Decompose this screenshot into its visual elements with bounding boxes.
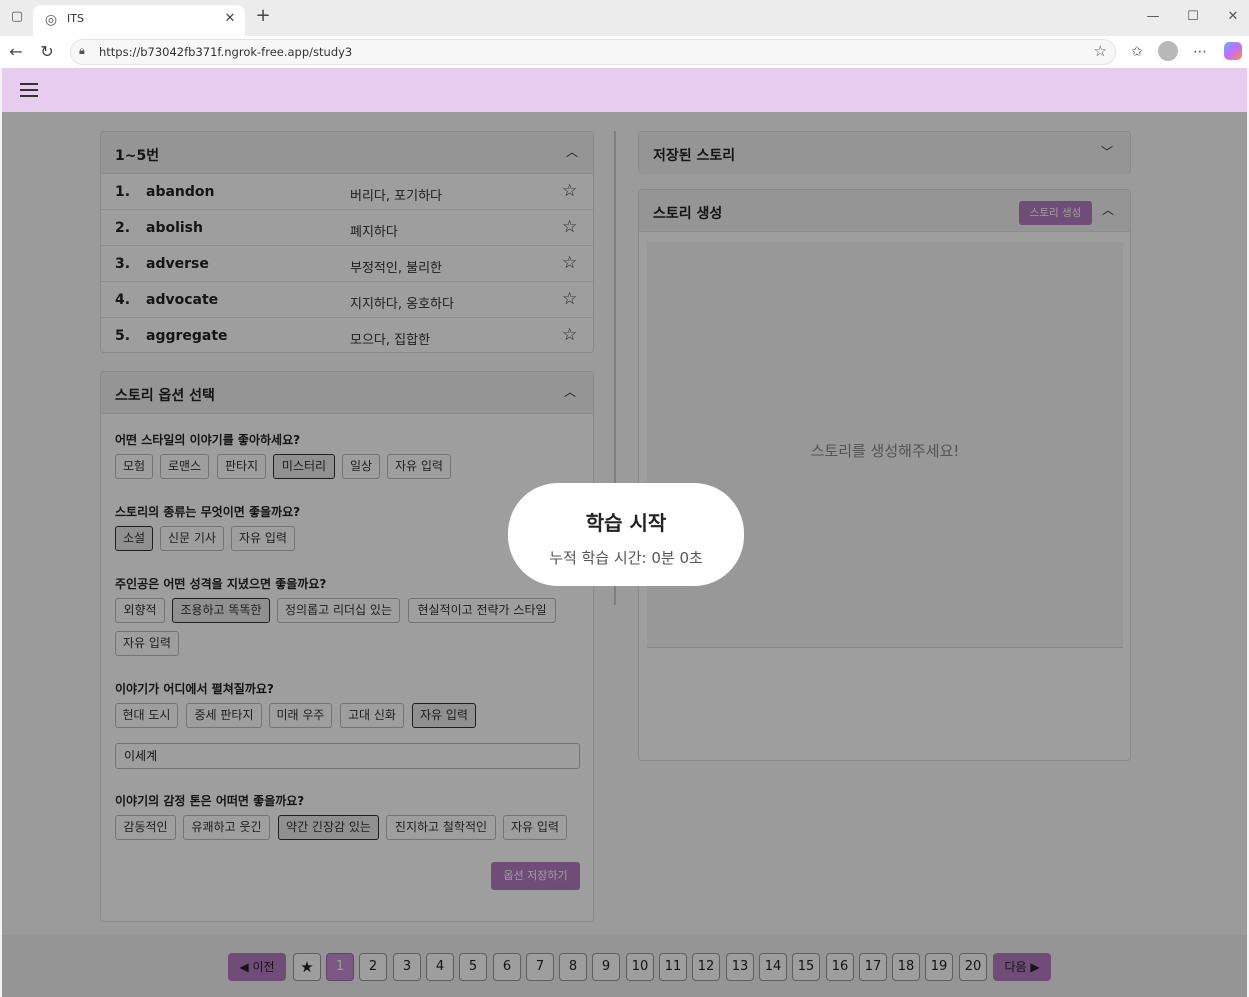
study-start-modal: 학습 시작 누적 학습 시간: 0분 0초 bbox=[508, 483, 744, 586]
minimize-icon[interactable]: — bbox=[1142, 6, 1164, 28]
app-header bbox=[2, 68, 1247, 112]
copilot-icon[interactable] bbox=[1224, 42, 1242, 60]
browser-tab[interactable]: ◎ ITS ✕ bbox=[33, 5, 245, 36]
url-text: https://b73042fb371f.ngrok-free.app/stud… bbox=[99, 45, 353, 59]
profile-avatar[interactable] bbox=[1158, 41, 1178, 61]
globe-icon: ◎ bbox=[44, 12, 58, 28]
hamburger-menu-icon[interactable] bbox=[20, 83, 38, 97]
close-tab-icon[interactable]: ✕ bbox=[221, 10, 239, 28]
browser-tab-bar: ▢ ◎ ITS ✕ + — ☐ ✕ bbox=[0, 0, 1249, 36]
favorites-icon[interactable]: ✩ bbox=[1127, 42, 1147, 62]
reload-icon[interactable]: ↻ bbox=[35, 40, 59, 64]
address-bar[interactable]: 🔒︎ https://b73042fb371f.ngrok-free.app/s… bbox=[70, 39, 1116, 65]
close-window-icon[interactable]: ✕ bbox=[1222, 6, 1244, 28]
maximize-icon[interactable]: ☐ bbox=[1182, 6, 1204, 28]
tab-title: ITS bbox=[67, 12, 84, 25]
browser-toolbar: ← ↻ 🔒︎ https://b73042fb371f.ngrok-free.a… bbox=[0, 36, 1249, 68]
new-tab-button[interactable]: + bbox=[252, 5, 274, 27]
back-icon[interactable]: ← bbox=[4, 40, 28, 64]
modal-title: 학습 시작 bbox=[585, 511, 667, 535]
bookmark-star-icon[interactable]: ☆ bbox=[1094, 42, 1107, 60]
lock-icon: 🔒︎ bbox=[79, 44, 85, 57]
tab-actions-icon[interactable]: ▢ bbox=[6, 6, 28, 28]
modal-study-time: 누적 학습 시간: 0분 0초 bbox=[549, 549, 703, 567]
more-menu-icon[interactable]: ⋯ bbox=[1190, 42, 1210, 62]
